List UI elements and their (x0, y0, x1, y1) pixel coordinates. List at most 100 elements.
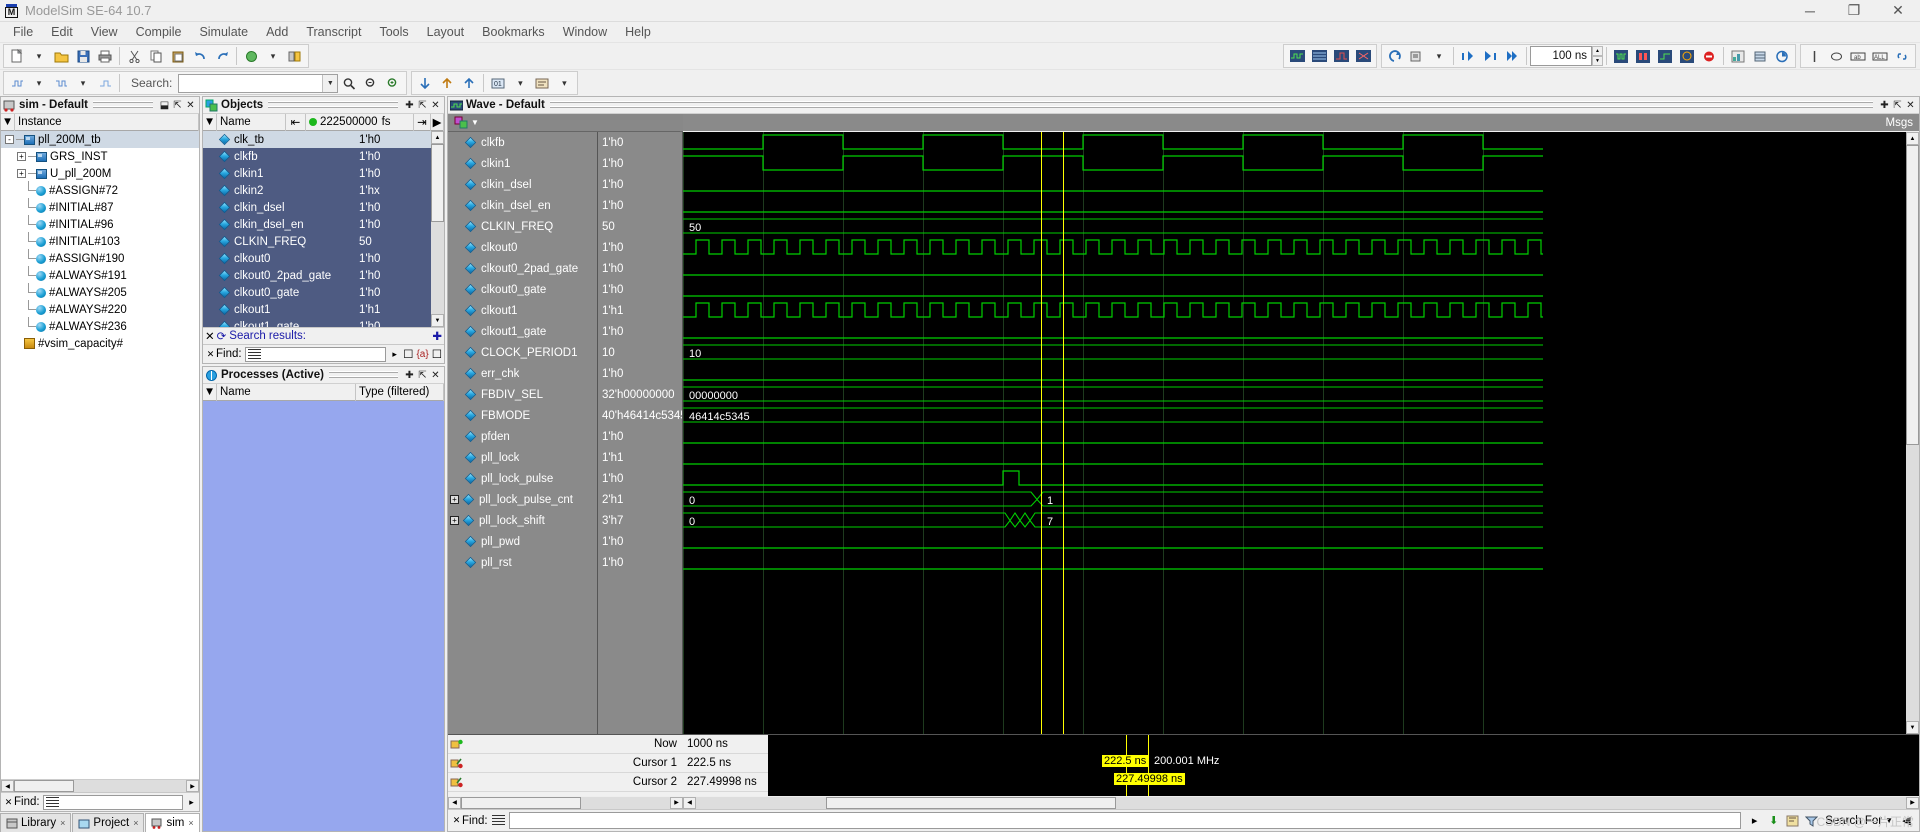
objects-panel-add-button[interactable]: ✚ (403, 99, 416, 112)
wave-signal-row[interactable]: clkin_dsel_en (448, 195, 597, 216)
wave-panel-grip[interactable] (549, 100, 1873, 110)
wave-signal-row[interactable]: err_chk (448, 363, 597, 384)
sim-panel-dock-button[interactable]: ⬓ (158, 99, 171, 112)
objects-row[interactable]: CLKIN_FREQ 50 (203, 233, 431, 250)
objects-find-input[interactable] (244, 346, 387, 362)
wave-names-hscroll[interactable]: ◀ ▶ (448, 796, 683, 809)
wave-delete-icon[interactable] (1353, 46, 1373, 66)
sim-tree-row[interactable]: #vsim_capacity# (1, 335, 199, 352)
wave-back-dropdown-icon[interactable]: ▾ (29, 73, 49, 93)
wave-footer-value[interactable]: 1000 ns (683, 735, 768, 754)
objects-row[interactable]: clkout0_gate 1'h0 (203, 284, 431, 301)
wave-signal-row[interactable]: clkin_dsel (448, 174, 597, 195)
run-icon[interactable] (1458, 46, 1478, 66)
search-input[interactable]: ▼ (178, 73, 339, 93)
wave-canvas-hscroll-left[interactable]: ◀ (683, 796, 696, 809)
wave-signal-row[interactable]: + pll_lock_pulse_cnt (448, 489, 597, 510)
sim-horizontal-scrollbar[interactable]: ◀ ▶ (1, 779, 199, 792)
sim-hscroll-track[interactable] (14, 780, 186, 792)
sim-panel-undock-button[interactable]: ⇱ (171, 99, 184, 112)
link-icon[interactable] (1892, 46, 1912, 66)
search-next-icon[interactable] (383, 73, 403, 93)
objects-row[interactable]: clkin_dsel_en 1'h0 (203, 216, 431, 233)
cut-icon[interactable] (124, 46, 144, 66)
wave-signal-row[interactable]: clkfb (448, 132, 597, 153)
wave-signal-row[interactable]: CLOCK_PERIOD1 (448, 342, 597, 363)
search-dropdown-icon[interactable]: ▼ (322, 74, 338, 92)
wave-grid-icon[interactable] (1309, 46, 1329, 66)
objects-search-refresh-icon[interactable]: ⟳ (217, 329, 227, 343)
sim-find-input[interactable] (42, 794, 183, 810)
sim-tree-row[interactable]: #INITIAL#96 (1, 215, 199, 233)
processes-panel-add-button[interactable]: ✚ (403, 369, 416, 382)
zoom-all-icon[interactable]: ALL (1870, 46, 1890, 66)
sim-hscroll-right-arrow[interactable]: ▶ (186, 780, 199, 792)
tree-expander[interactable]: + (17, 152, 26, 161)
menu-item-help[interactable]: Help (616, 23, 660, 41)
wave-signal-row[interactable]: FBMODE (448, 405, 597, 426)
run-length-spinner[interactable]: ▲ ▼ (1592, 46, 1603, 66)
sim-hscroll-left-arrow[interactable]: ◀ (1, 780, 14, 792)
wave-signal-values[interactable]: 1'h0 1'h0 1'h0 1'h0 50 1'h0 1'h0 1'h0 1'h1 1'h0 10… (598, 132, 683, 734)
wave-find-input[interactable] (508, 812, 1742, 829)
memory-icon[interactable] (1750, 46, 1770, 66)
wave-names-hscroll-track[interactable] (461, 796, 670, 809)
copy-icon[interactable] (146, 46, 166, 66)
processes-type-column-header[interactable]: Type (filtered) (356, 383, 444, 401)
sim-tree-row[interactable]: #ALWAYS#236 (1, 317, 199, 335)
wave-vscroll-track[interactable] (1906, 145, 1919, 721)
sim-find-close-icon[interactable]: ✕ (3, 797, 14, 808)
processes-panel-undock-button[interactable]: ⇱ (416, 369, 429, 382)
wave-signal-row[interactable]: clkout1_gate (448, 321, 597, 342)
wave-signal-row[interactable]: clkout0 (448, 237, 597, 258)
run-length-input[interactable]: 100 ns (1530, 46, 1592, 66)
compile-all-icon[interactable] (285, 46, 305, 66)
objects-vertical-scrollbar[interactable]: ▲ ▼ (431, 131, 444, 327)
sim-panel-grip[interactable] (93, 100, 153, 110)
processes-filter-icon[interactable]: ▼ (203, 383, 217, 401)
objects-time-column-header[interactable]: 222500000 fs (306, 113, 414, 131)
compile-icon[interactable] (241, 46, 261, 66)
zoom-range-icon[interactable]: ab (1848, 46, 1868, 66)
close-button[interactable]: ✕ (1876, 0, 1920, 21)
search-input-field[interactable] (179, 74, 320, 92)
radix-dropdown-icon[interactable]: ▾ (510, 73, 530, 93)
sim-tree-row[interactable]: #ASSIGN#190 (1, 249, 199, 267)
redo-icon[interactable] (212, 46, 232, 66)
wave-objects-icon[interactable] (454, 116, 469, 129)
sim-tree-row[interactable]: + GRS_INST (1, 148, 199, 165)
tab-library[interactable]: Library × (0, 813, 72, 832)
objects-find-close-icon[interactable]: ✕ (205, 349, 216, 360)
minimize-button[interactable]: ─ (1788, 0, 1832, 21)
menu-item-bookmarks[interactable]: Bookmarks (473, 23, 554, 41)
sim-hscroll-thumb[interactable] (14, 780, 74, 792)
objects-vscroll-track[interactable] (431, 144, 444, 314)
wave-panel-close-button[interactable]: ✕ (1904, 99, 1917, 112)
wave-names-hscroll-thumb[interactable] (461, 796, 581, 809)
undo-icon[interactable] (190, 46, 210, 66)
wave-signal-row[interactable]: pll_lock (448, 447, 597, 468)
save-icon[interactable] (73, 46, 93, 66)
objects-find-match-case-checkbox[interactable]: ☐ (403, 347, 413, 361)
objects-list[interactable]: clk_tb 1'h0 clkfb 1'h0 clkin1 1'h0 clkin2 1'hx c… (203, 131, 431, 327)
wave-signal-names[interactable]: clkfb clkin1 clkin_dsel clkin_dsel_en CLKIN_… (448, 132, 598, 734)
objects-find-wholeword-checkbox[interactable]: ☐ (432, 347, 442, 361)
radix-icon[interactable]: 01 (488, 73, 508, 93)
objects-vscroll-up-arrow[interactable]: ▲ (431, 131, 444, 144)
run-continue-icon[interactable] (1502, 46, 1522, 66)
wave-footer-timeline[interactable]: 222.5 ns 200.001 MHz 227.49998 ns (768, 735, 1919, 796)
sim-panel-close-button[interactable]: ✕ (184, 99, 197, 112)
objects-row[interactable]: clkout0 1'h0 (203, 250, 431, 267)
menu-item-tools[interactable]: Tools (370, 23, 417, 41)
wave-canvas-hscroll-thumb[interactable] (826, 796, 1116, 809)
menu-item-edit[interactable]: Edit (42, 23, 82, 41)
sim-tree-row[interactable]: #ALWAYS#191 (1, 266, 199, 284)
objects-panel-undock-button[interactable]: ⇱ (416, 99, 429, 112)
wave-canvas[interactable]: 50 10 00000000 46414c5345 0 1 0 7 (683, 132, 1906, 734)
coverage-icon[interactable] (1728, 46, 1748, 66)
wave-row-expander[interactable]: + (450, 516, 459, 525)
tree-expander[interactable]: - (5, 135, 14, 144)
sim-tree-row[interactable]: #ALWAYS#220 (1, 300, 199, 318)
cursor-1-time-label[interactable]: 222.5 ns (1102, 755, 1149, 767)
objects-find-next-icon[interactable]: ▸ (389, 349, 400, 360)
